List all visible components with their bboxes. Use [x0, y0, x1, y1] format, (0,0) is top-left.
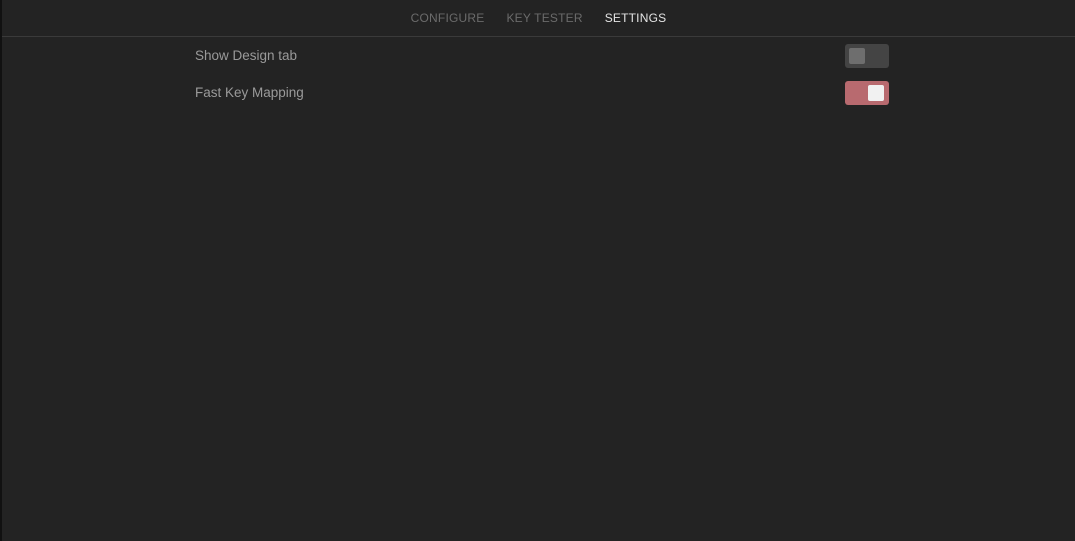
toggle-knob — [868, 84, 884, 101]
tab-settings[interactable]: SETTINGS — [605, 11, 667, 25]
settings-panel: Show Design tab Fast Key Mapping — [193, 37, 889, 111]
tab-configure[interactable]: CONFIGURE — [411, 11, 485, 25]
tab-bar: CONFIGURE KEY TESTER SETTINGS — [2, 0, 1075, 37]
toggle-knob — [849, 47, 865, 64]
setting-label-fast-key-mapping: Fast Key Mapping — [195, 85, 304, 100]
setting-row-fast-key-mapping: Fast Key Mapping — [193, 74, 889, 111]
tab-key-tester[interactable]: KEY TESTER — [506, 11, 582, 25]
app-window: CONFIGURE KEY TESTER SETTINGS Show Desig… — [0, 0, 1075, 541]
show-design-tab-toggle[interactable] — [845, 43, 889, 68]
setting-label-show-design-tab: Show Design tab — [195, 48, 298, 63]
fast-key-mapping-toggle[interactable] — [845, 80, 889, 105]
setting-row-show-design-tab: Show Design tab — [193, 37, 889, 74]
